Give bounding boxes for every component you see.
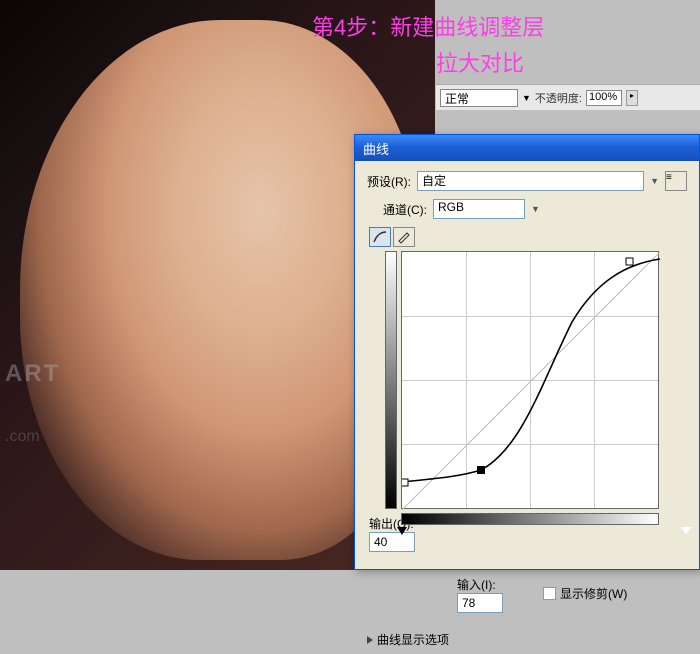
watermark-text-2: .com — [5, 428, 40, 446]
preset-label: 预设(R): — [367, 173, 411, 190]
opacity-input[interactable]: 100% — [586, 90, 622, 106]
pencil-tool-icon[interactable] — [393, 227, 415, 247]
input-label: 输入(I): — [457, 576, 496, 593]
input-gradient — [401, 513, 659, 525]
input-input[interactable] — [457, 593, 503, 613]
show-clipping-label: 显示修剪(W) — [560, 585, 627, 602]
output-input[interactable] — [369, 532, 415, 552]
annotation-step: 第4步：新建曲线调整层 — [312, 10, 544, 42]
chevron-down-icon[interactable]: ▼ — [531, 204, 540, 214]
show-clipping-checkbox[interactable] — [543, 587, 556, 600]
pencil-icon — [396, 230, 412, 244]
black-point-slider[interactable] — [397, 527, 407, 535]
curve-tool-icon[interactable] — [369, 227, 391, 247]
channel-label: 通道(C): — [383, 201, 427, 218]
curves-dialog: 曲线 预设(R): 自定 ▼ ≡ 通道(C): RGB ▼ — [354, 134, 700, 570]
white-point-slider[interactable] — [681, 527, 691, 535]
blend-mode-select[interactable]: 正常 — [440, 89, 518, 107]
channel-select[interactable]: RGB — [433, 199, 525, 219]
curve-path[interactable] — [402, 252, 660, 510]
dialog-title: 曲线 — [363, 139, 389, 158]
watermark-text: ART — [5, 360, 60, 388]
output-gradient — [385, 251, 397, 509]
curve-icon — [372, 230, 388, 244]
curve-grid[interactable] — [401, 251, 659, 509]
annotation-desc: 拉大对比 — [436, 46, 524, 78]
disclosure-label: 曲线显示选项 — [377, 631, 449, 648]
chevron-right-icon — [367, 636, 373, 644]
preset-select[interactable]: 自定 — [417, 171, 644, 191]
preset-menu-button[interactable]: ≡ — [665, 171, 687, 191]
layers-options-bar: 正常 ▼ 不透明度: 100% ▸ — [436, 84, 700, 110]
chevron-down-icon[interactable]: ▼ — [522, 93, 531, 103]
opacity-label: 不透明度: — [535, 90, 582, 106]
opacity-stepper[interactable]: ▸ — [626, 90, 638, 106]
dialog-titlebar[interactable]: 曲线 — [355, 135, 699, 161]
curve-display-options-toggle[interactable]: 曲线显示选项 — [367, 625, 687, 648]
chevron-down-icon[interactable]: ▼ — [650, 176, 659, 186]
